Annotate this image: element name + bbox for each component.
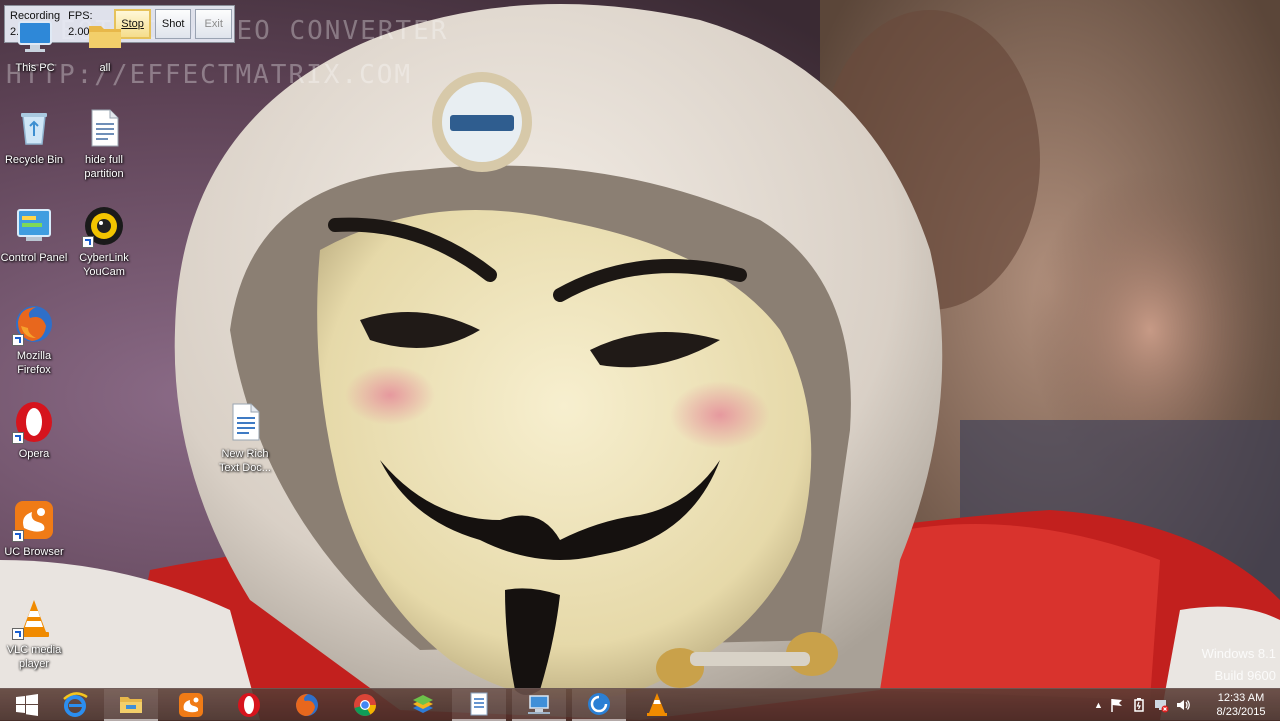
icon-label: Opera [18, 448, 50, 460]
internet-explorer-icon [63, 692, 88, 717]
volume-icon[interactable] [1175, 697, 1191, 713]
taskbar-recorder-app[interactable] [572, 689, 626, 721]
computer-icon [13, 14, 57, 58]
desktop-icon-cyberlink-youcam[interactable]: CyberLink YouCam [69, 204, 139, 279]
taskbar-chrome[interactable] [338, 689, 392, 721]
recycle-bin-icon [12, 106, 56, 150]
shortcut-arrow-icon [82, 236, 94, 248]
webcam-icon [82, 204, 126, 248]
rich-text-document-icon [223, 400, 267, 444]
icon-label: VLC media player [6, 644, 62, 670]
system-tray: ▲ [1094, 689, 1191, 721]
taskbar-wordpad[interactable] [452, 689, 506, 721]
taskbar-bluestacks[interactable] [396, 689, 450, 721]
start-button[interactable] [0, 689, 54, 721]
shortcut-arrow-icon [12, 530, 24, 542]
desktop-icon-new-rich-text-doc[interactable]: New Rich Text Doc... [210, 400, 280, 475]
taskbar-firefox[interactable] [280, 689, 334, 721]
text-document-icon [82, 106, 126, 150]
chrome-icon [354, 694, 376, 716]
taskbar-network-computer[interactable] [512, 689, 566, 721]
desktop-icon-hide-full-partition[interactable]: hide full partition [69, 106, 139, 181]
taskbar-file-explorer[interactable] [104, 689, 158, 721]
vlc-icon [12, 596, 56, 640]
desktop-wallpaper [0, 0, 1280, 720]
shortcut-arrow-icon [12, 432, 24, 444]
icon-label: Recycle Bin [4, 154, 64, 166]
show-hidden-icons-button[interactable]: ▲ [1094, 700, 1103, 710]
uc-browser-icon [12, 498, 56, 542]
icon-label: UC Browser [4, 546, 64, 558]
desktop-icon-recycle-bin[interactable]: Recycle Bin [0, 106, 69, 167]
taskbar-opera[interactable] [222, 689, 276, 721]
desktop-icon-this-pc[interactable]: This PC [0, 14, 70, 75]
desktop-icon-mozilla-firefox[interactable]: Mozilla Firefox [0, 302, 69, 377]
opera-icon [12, 400, 56, 444]
desktop-icon-uc-browser[interactable]: UC Browser [0, 498, 69, 559]
recorder-app-icon [588, 693, 610, 715]
icon-label: all [99, 62, 111, 74]
shot-button[interactable]: Shot [154, 9, 192, 39]
windows-build: Build 9600 [1214, 668, 1276, 683]
control-panel-icon [12, 204, 56, 248]
icon-label: This PC [15, 62, 55, 74]
uc-browser-icon [179, 693, 203, 717]
power-icon[interactable] [1131, 697, 1147, 713]
desktop-icon-all[interactable]: all [70, 14, 140, 75]
taskbar-clock[interactable]: 12:33 AM 8/23/2015 [1206, 691, 1276, 719]
desktop-icon-opera[interactable]: Opera [0, 400, 69, 461]
shortcut-arrow-icon [12, 334, 24, 346]
icon-label: Mozilla Firefox [16, 350, 52, 376]
taskbar-vlc[interactable] [630, 689, 684, 721]
icon-label: CyberLink YouCam [79, 252, 129, 278]
shortcut-arrow-icon [12, 628, 24, 640]
windows-version-watermark: Windows 8.1 Build 9600 [1202, 643, 1276, 687]
vlc-icon [647, 693, 667, 716]
taskbar-internet-explorer[interactable] [48, 689, 102, 721]
opera-icon [238, 693, 260, 717]
firefox-icon [296, 694, 318, 716]
icon-label: New Rich Text Doc... [219, 448, 271, 474]
desktop-icon-control-panel[interactable]: Control Panel [0, 204, 69, 265]
windows-version: Windows 8.1 [1201, 646, 1276, 661]
firefox-icon [12, 302, 56, 346]
windows-start-icon [16, 694, 38, 716]
wordpad-icon [470, 692, 488, 716]
bluestacks-icon [413, 695, 433, 713]
clock-time: 12:33 AM [1217, 692, 1265, 704]
network-computer-icon [528, 695, 550, 714]
icon-label: Control Panel [0, 252, 68, 264]
taskbar: ▲ 12:33 AM 8/23/2015 [0, 688, 1280, 721]
icon-label: hide full partition [84, 154, 124, 180]
network-disconnected-icon[interactable] [1153, 697, 1169, 713]
folder-icon [83, 14, 127, 58]
taskbar-uc-browser[interactable] [164, 689, 218, 721]
clock-date: 8/23/2015 [1216, 706, 1266, 718]
file-explorer-icon [120, 697, 142, 713]
desktop-icon-vlc-media-player[interactable]: VLC media player [0, 596, 69, 671]
action-center-flag-icon[interactable] [1109, 697, 1125, 713]
exit-button[interactable]: Exit [195, 9, 232, 39]
